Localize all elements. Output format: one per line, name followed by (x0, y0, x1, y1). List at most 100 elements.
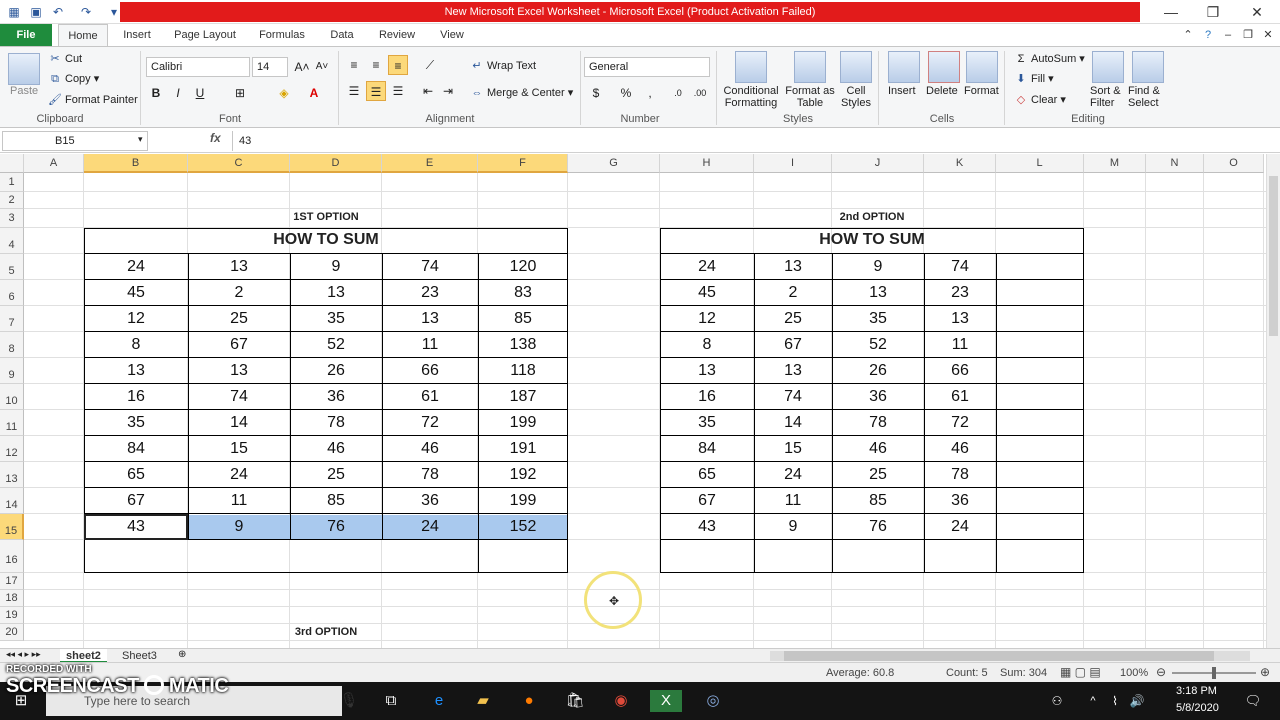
table2-cell[interactable]: 9 (832, 258, 924, 276)
row-header-13[interactable]: 13 (0, 462, 24, 488)
table2-cell[interactable]: 36 (832, 388, 924, 406)
table2-cell[interactable]: 84 (660, 440, 754, 458)
column-header-m[interactable]: M (1084, 154, 1146, 173)
table2-cell[interactable]: 26 (832, 362, 924, 380)
table2-cell[interactable]: 24 (660, 258, 754, 276)
delete-cells-button[interactable]: Delete (926, 85, 958, 97)
table1-cell[interactable]: 8 (84, 336, 188, 354)
table2-cell[interactable]: 74 (754, 388, 832, 406)
table2-cell[interactable]: 45 (660, 284, 754, 302)
table1-cell[interactable]: 61 (382, 388, 478, 406)
table1-cell[interactable]: 74 (382, 258, 478, 276)
table1-cell[interactable]: 76 (290, 518, 382, 536)
table2-cell[interactable]: 13 (832, 284, 924, 302)
sheet-tab-sheet2[interactable]: sheet2 (60, 649, 107, 663)
tab-home[interactable]: Home (58, 24, 108, 46)
orientation-icon[interactable]: ⟋ (420, 55, 440, 75)
table2-cell[interactable]: 74 (924, 258, 996, 276)
table1-cell[interactable]: 83 (478, 284, 568, 302)
row-header-10[interactable]: 10 (0, 384, 24, 410)
table1-cell[interactable]: 67 (188, 336, 290, 354)
table2-cell[interactable]: 8 (660, 336, 754, 354)
table1-cell[interactable]: 72 (382, 414, 478, 432)
column-header-b[interactable]: B (84, 154, 188, 173)
edge-icon[interactable]: e (428, 690, 450, 712)
table1-cell[interactable]: 78 (290, 414, 382, 432)
paste-icon[interactable] (8, 53, 40, 85)
table1-cell[interactable]: 46 (290, 440, 382, 458)
tab-formulas[interactable]: Formulas (252, 24, 312, 46)
table1-cell[interactable]: 120 (478, 258, 568, 276)
table1-cell[interactable]: 36 (290, 388, 382, 406)
row-header-15[interactable]: 15 (0, 514, 24, 540)
zoom-slider[interactable] (1172, 667, 1256, 679)
table1-cell[interactable]: 138 (478, 336, 568, 354)
network-icon[interactable]: ⌇ (1104, 690, 1126, 712)
horizontal-scroll-thumb[interactable] (784, 651, 1214, 661)
shrink-font-icon[interactable]: A˅ (312, 57, 332, 77)
table2-cell[interactable]: 46 (832, 440, 924, 458)
table1-cell[interactable]: 191 (478, 440, 568, 458)
format-painter-button[interactable]: 🖌 Format Painter (48, 93, 138, 107)
insert-function-icon[interactable]: fx (210, 131, 221, 145)
increase-indent-icon[interactable]: ⇥ (438, 81, 458, 101)
table2-cell[interactable]: 11 (754, 492, 832, 510)
tab-review[interactable]: Review (374, 24, 420, 46)
align-right-icon[interactable]: ☰ (388, 81, 408, 101)
table2-cell[interactable]: 67 (660, 492, 754, 510)
worksheet-grid[interactable]: A B C D E F G H I J K L M N O 1 2 3 4 5 6 7 8 9 10 11 12 13 14 15 16 17… (0, 154, 1266, 648)
horizontal-scrollbar[interactable] (770, 651, 1250, 661)
people-icon[interactable]: ⚇ (1046, 690, 1068, 712)
table1-cell[interactable]: 46 (382, 440, 478, 458)
currency-icon[interactable]: $ (586, 83, 606, 103)
table2-cell[interactable]: 66 (924, 362, 996, 380)
row-header-4[interactable]: 4 (0, 228, 24, 254)
table1-cell[interactable]: 9 (290, 258, 382, 276)
row-header-7[interactable]: 7 (0, 306, 24, 332)
table2-cell[interactable]: 61 (924, 388, 996, 406)
table1-cell[interactable]: 199 (478, 414, 568, 432)
paste-button[interactable]: Paste (10, 85, 38, 97)
align-left-icon[interactable]: ☰ (344, 81, 364, 101)
tab-insert[interactable]: Insert (114, 24, 160, 46)
row-header-8[interactable]: 8 (0, 332, 24, 358)
sheet-nav-icon[interactable]: ◂◂ ◂ ▸ ▸▸ (6, 649, 41, 660)
table1-cell[interactable]: 35 (84, 414, 188, 432)
formula-input[interactable]: 43 (232, 131, 1278, 151)
clock-date[interactable]: 5/8/2020 (1176, 702, 1219, 714)
table1-cell[interactable]: 13 (382, 310, 478, 328)
align-bottom-icon[interactable]: ≡ (388, 55, 408, 75)
align-top-icon[interactable]: ≡ (344, 55, 364, 75)
table2-cell[interactable]: 25 (832, 466, 924, 484)
table1-cell[interactable]: 35 (290, 310, 382, 328)
table2-cell[interactable]: 13 (754, 258, 832, 276)
comma-icon[interactable]: , (640, 83, 660, 103)
table1-cell[interactable]: 12 (84, 310, 188, 328)
align-middle-icon[interactable]: ≡ (366, 55, 386, 75)
column-header-f[interactable]: F (478, 154, 568, 173)
table1-cell[interactable]: 25 (188, 310, 290, 328)
task-view-icon[interactable]: ⧉ (380, 690, 402, 712)
percent-icon[interactable]: % (616, 83, 636, 103)
zoom-slider-thumb[interactable] (1212, 667, 1216, 679)
table1-cell[interactable]: 187 (478, 388, 568, 406)
column-header-o[interactable]: O (1204, 154, 1264, 173)
chrome-icon[interactable]: ◉ (610, 690, 632, 712)
table1-cell[interactable]: 26 (290, 362, 382, 380)
copy-button[interactable]: ⧉ Copy ▾ (48, 72, 99, 86)
column-header-e[interactable]: E (382, 154, 478, 173)
table1-cell[interactable]: 78 (382, 466, 478, 484)
font-name-select[interactable]: Calibri (146, 57, 250, 77)
borders-icon[interactable]: ⊞ (230, 83, 250, 103)
table2-cell[interactable]: 12 (660, 310, 754, 328)
excel-taskbar-icon[interactable]: X (650, 690, 682, 712)
number-format-select[interactable]: General (584, 57, 710, 77)
table1-cell[interactable]: 14 (188, 414, 290, 432)
fill-color-icon[interactable]: ◈ (274, 83, 294, 103)
column-header-i[interactable]: I (754, 154, 832, 173)
align-center-icon[interactable]: ☰ (366, 81, 386, 101)
table1-cell[interactable]: 25 (290, 466, 382, 484)
column-header-g[interactable]: G (568, 154, 660, 173)
table1-cell[interactable]: 74 (188, 388, 290, 406)
table2-cell[interactable]: 72 (924, 414, 996, 432)
